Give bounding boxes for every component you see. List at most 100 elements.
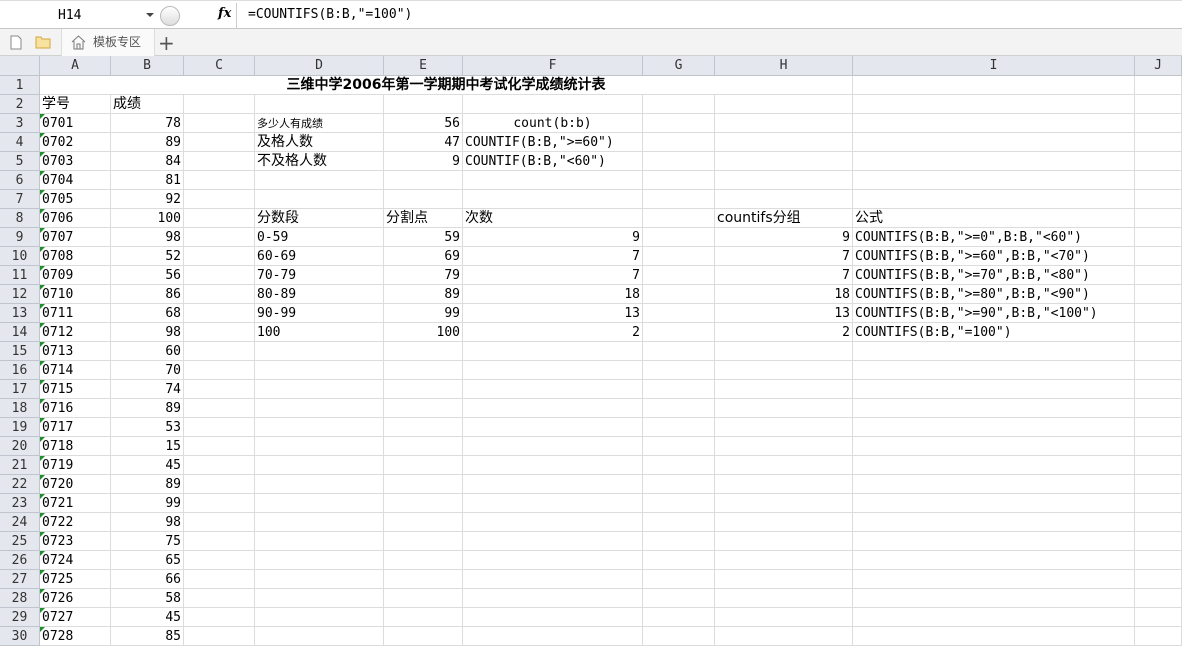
cell-D19[interactable]: [255, 418, 384, 437]
cell-D10[interactable]: 60-69: [255, 247, 384, 266]
cell-H25[interactable]: [715, 532, 853, 551]
cell-B9[interactable]: 98: [111, 228, 184, 247]
cell-A9[interactable]: 0707: [40, 228, 111, 247]
cell-C6[interactable]: [184, 171, 255, 190]
name-box[interactable]: H14: [2, 5, 142, 27]
cell-C24[interactable]: [184, 513, 255, 532]
cell-C10[interactable]: [184, 247, 255, 266]
cell-A10[interactable]: 0708: [40, 247, 111, 266]
column-header-A[interactable]: A: [40, 56, 111, 76]
cell-G10[interactable]: [643, 247, 715, 266]
cell-J5[interactable]: [1135, 152, 1182, 171]
cell-B15[interactable]: 60: [111, 342, 184, 361]
cell-H14[interactable]: 2: [715, 323, 853, 342]
column-header-H[interactable]: H: [715, 56, 853, 76]
cell-G11[interactable]: [643, 266, 715, 285]
cell-F16[interactable]: [463, 361, 643, 380]
row-header-7[interactable]: 7: [0, 190, 40, 209]
cell-I30[interactable]: [853, 627, 1135, 646]
cell-D6[interactable]: [255, 171, 384, 190]
cell-H23[interactable]: [715, 494, 853, 513]
cell-I3[interactable]: [853, 114, 1135, 133]
cell-E10[interactable]: 69: [384, 247, 463, 266]
cell-G8[interactable]: [643, 209, 715, 228]
cell-F23[interactable]: [463, 494, 643, 513]
cell-C30[interactable]: [184, 627, 255, 646]
cell-G23[interactable]: [643, 494, 715, 513]
cell-E11[interactable]: 79: [384, 266, 463, 285]
cell-E24[interactable]: [384, 513, 463, 532]
cell-I17[interactable]: [853, 380, 1135, 399]
cell-A3[interactable]: 0701: [40, 114, 111, 133]
cell-F12[interactable]: 18: [463, 285, 643, 304]
cell-C9[interactable]: [184, 228, 255, 247]
cell-C12[interactable]: [184, 285, 255, 304]
cell-E2[interactable]: [384, 95, 463, 114]
row-header-12[interactable]: 12: [0, 285, 40, 304]
cell-C26[interactable]: [184, 551, 255, 570]
cell-A28[interactable]: 0726: [40, 589, 111, 608]
cell-D14[interactable]: 100: [255, 323, 384, 342]
row-header-16[interactable]: 16: [0, 361, 40, 380]
cell-B6[interactable]: 81: [111, 171, 184, 190]
cell-C29[interactable]: [184, 608, 255, 627]
formula-bar-handle[interactable]: [160, 6, 180, 26]
cell-I28[interactable]: [853, 589, 1135, 608]
cell-H2[interactable]: [715, 95, 853, 114]
cell-G5[interactable]: [643, 152, 715, 171]
cell-J4[interactable]: [1135, 133, 1182, 152]
cell-H24[interactable]: [715, 513, 853, 532]
row-header-1[interactable]: 1: [0, 76, 40, 95]
row-header-23[interactable]: 23: [0, 494, 40, 513]
cell-G9[interactable]: [643, 228, 715, 247]
cell-B2[interactable]: 成绩: [111, 95, 184, 114]
add-tab-button[interactable]: +: [158, 31, 175, 55]
cell-B13[interactable]: 68: [111, 304, 184, 323]
row-header-14[interactable]: 14: [0, 323, 40, 342]
cell-E29[interactable]: [384, 608, 463, 627]
cell-A2[interactable]: 学号: [40, 95, 111, 114]
cell-J21[interactable]: [1135, 456, 1182, 475]
cell-E23[interactable]: [384, 494, 463, 513]
cell-F27[interactable]: [463, 570, 643, 589]
cell-G16[interactable]: [643, 361, 715, 380]
cell-E27[interactable]: [384, 570, 463, 589]
column-header-C[interactable]: C: [184, 56, 255, 76]
cell-G6[interactable]: [643, 171, 715, 190]
cell-J22[interactable]: [1135, 475, 1182, 494]
cell-B5[interactable]: 84: [111, 152, 184, 171]
cell-B21[interactable]: 45: [111, 456, 184, 475]
cell-B7[interactable]: 92: [111, 190, 184, 209]
cell-J29[interactable]: [1135, 608, 1182, 627]
cell-H21[interactable]: [715, 456, 853, 475]
row-header-8[interactable]: 8: [0, 209, 40, 228]
cell-B10[interactable]: 52: [111, 247, 184, 266]
cell-A27[interactable]: 0725: [40, 570, 111, 589]
cell-J15[interactable]: [1135, 342, 1182, 361]
cell-B20[interactable]: 15: [111, 437, 184, 456]
cell-G18[interactable]: [643, 399, 715, 418]
row-header-10[interactable]: 10: [0, 247, 40, 266]
select-all-corner[interactable]: [0, 56, 40, 76]
cell-F5[interactable]: COUNTIF(B:B,"<60"): [463, 152, 643, 171]
cell-H30[interactable]: [715, 627, 853, 646]
cell-H27[interactable]: [715, 570, 853, 589]
cell-J1[interactable]: [1135, 76, 1182, 95]
cell-A17[interactable]: 0715: [40, 380, 111, 399]
cell-B3[interactable]: 78: [111, 114, 184, 133]
cell-J10[interactable]: [1135, 247, 1182, 266]
row-header-22[interactable]: 22: [0, 475, 40, 494]
cell-G12[interactable]: [643, 285, 715, 304]
row-header-11[interactable]: 11: [0, 266, 40, 285]
cell-H5[interactable]: [715, 152, 853, 171]
cell-I5[interactable]: [853, 152, 1135, 171]
cell-J28[interactable]: [1135, 589, 1182, 608]
cell-C22[interactable]: [184, 475, 255, 494]
cell-B14[interactable]: 98: [111, 323, 184, 342]
column-header-D[interactable]: D: [255, 56, 384, 76]
cell-G3[interactable]: [643, 114, 715, 133]
cell-J18[interactable]: [1135, 399, 1182, 418]
cell-D2[interactable]: [255, 95, 384, 114]
cell-H3[interactable]: [715, 114, 853, 133]
cell-C20[interactable]: [184, 437, 255, 456]
